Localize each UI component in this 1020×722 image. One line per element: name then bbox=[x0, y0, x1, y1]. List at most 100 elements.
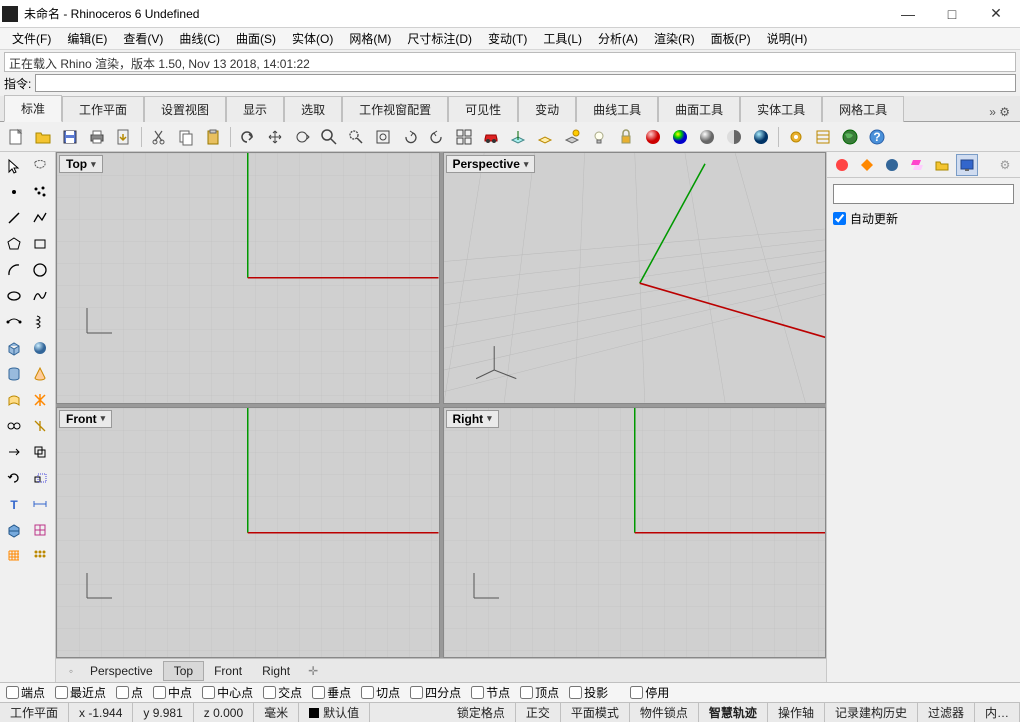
cut-icon[interactable] bbox=[147, 125, 171, 149]
line-icon[interactable] bbox=[2, 206, 26, 230]
tab-setview[interactable]: 设置视图 bbox=[144, 96, 226, 122]
menu-edit[interactable]: 编辑(E) bbox=[59, 28, 115, 49]
lock-icon[interactable] bbox=[614, 125, 638, 149]
menu-mesh[interactable]: 网格(M) bbox=[341, 28, 399, 49]
tabs-overflow[interactable]: » ⚙ bbox=[983, 103, 1016, 121]
status-planar[interactable]: 平面模式 bbox=[561, 703, 630, 722]
world-icon[interactable] bbox=[838, 125, 862, 149]
status-layer[interactable]: 默认值 bbox=[299, 703, 370, 722]
render-sphere-red-icon[interactable] bbox=[641, 125, 665, 149]
status-cplane[interactable]: 工作平面 bbox=[0, 703, 69, 722]
rectangle-icon[interactable] bbox=[28, 232, 52, 256]
cplane-origin-icon[interactable] bbox=[506, 125, 530, 149]
status-osnap[interactable]: 物件锁点 bbox=[630, 703, 699, 722]
rtab-library-icon[interactable] bbox=[931, 154, 953, 176]
options-icon[interactable] bbox=[784, 125, 808, 149]
new-file-icon[interactable] bbox=[4, 125, 28, 149]
sphere-icon[interactable] bbox=[28, 336, 52, 360]
help-icon[interactable]: ? bbox=[865, 125, 889, 149]
osnap-disable[interactable]: 停用 bbox=[630, 684, 669, 701]
tab-display[interactable]: 显示 bbox=[226, 96, 284, 122]
menu-surface[interactable]: 曲面(S) bbox=[228, 28, 284, 49]
explode-icon[interactable] bbox=[28, 388, 52, 412]
lasso-icon[interactable] bbox=[28, 154, 52, 178]
mesh-icon[interactable] bbox=[28, 518, 52, 542]
set-cplane-icon[interactable] bbox=[533, 125, 557, 149]
copy-icon[interactable] bbox=[174, 125, 198, 149]
viewport-label-top[interactable]: Top▾ bbox=[59, 155, 103, 173]
move-icon[interactable] bbox=[2, 440, 26, 464]
command-input[interactable] bbox=[35, 74, 1016, 92]
render-sphere-rainbow-icon[interactable] bbox=[668, 125, 692, 149]
tab-standard[interactable]: 标准 bbox=[4, 95, 62, 122]
chevron-down-icon[interactable]: ▾ bbox=[91, 159, 96, 170]
array-icon[interactable] bbox=[28, 544, 52, 568]
car-icon[interactable] bbox=[479, 125, 503, 149]
viewport-label-front[interactable]: Front▾ bbox=[59, 410, 112, 428]
join-icon[interactable] bbox=[2, 414, 26, 438]
viewport-label-right[interactable]: Right▾ bbox=[446, 410, 499, 428]
four-viewports-icon[interactable] bbox=[452, 125, 476, 149]
polyline-icon[interactable] bbox=[28, 206, 52, 230]
minimize-button[interactable]: — bbox=[886, 0, 930, 28]
osnap-project[interactable]: 投影 bbox=[569, 684, 608, 701]
chevron-down-icon[interactable]: ▾ bbox=[101, 413, 106, 424]
zoom-extents-icon[interactable] bbox=[371, 125, 395, 149]
vtab-top[interactable]: Top bbox=[163, 661, 204, 681]
menu-dimension[interactable]: 尺寸标注(D) bbox=[399, 28, 480, 49]
extrude-icon[interactable] bbox=[2, 388, 26, 412]
box-icon[interactable] bbox=[2, 336, 26, 360]
zoom-window-icon[interactable] bbox=[344, 125, 368, 149]
pointcloud-icon[interactable] bbox=[28, 180, 52, 204]
status-history[interactable]: 记录建构历史 bbox=[825, 703, 918, 722]
save-icon[interactable] bbox=[58, 125, 82, 149]
panel-search-input[interactable] bbox=[833, 184, 1014, 204]
menu-panels[interactable]: 面板(P) bbox=[703, 28, 759, 49]
close-button[interactable]: ✕ bbox=[974, 0, 1018, 28]
viewport-perspective[interactable]: Perspective▾ bbox=[443, 152, 827, 404]
dimension-icon[interactable] bbox=[28, 492, 52, 516]
rtab-render-icon[interactable] bbox=[831, 154, 853, 176]
vtab-perspective[interactable]: Perspective bbox=[80, 662, 163, 680]
menu-analyze[interactable]: 分析(A) bbox=[590, 28, 646, 49]
scale-icon[interactable] bbox=[28, 466, 52, 490]
menu-curve[interactable]: 曲线(C) bbox=[171, 28, 228, 49]
trim-icon[interactable] bbox=[28, 414, 52, 438]
tab-cplane[interactable]: 工作平面 bbox=[62, 96, 144, 122]
named-cplane-icon[interactable] bbox=[560, 125, 584, 149]
mesh-box-icon[interactable] bbox=[2, 518, 26, 542]
status-smarttrack[interactable]: 智慧轨迹 bbox=[699, 703, 768, 722]
render-sphere-blue-icon[interactable] bbox=[749, 125, 773, 149]
import-icon[interactable] bbox=[112, 125, 136, 149]
tab-visibility[interactable]: 可见性 bbox=[448, 96, 518, 122]
tab-transform[interactable]: 变动 bbox=[518, 96, 576, 122]
redo-view-icon[interactable] bbox=[425, 125, 449, 149]
osnap-quad[interactable]: 四分点 bbox=[410, 684, 461, 701]
light-icon[interactable] bbox=[587, 125, 611, 149]
text-icon[interactable]: T bbox=[2, 492, 26, 516]
tab-solidtools[interactable]: 实体工具 bbox=[740, 96, 822, 122]
status-gridsnap[interactable]: 锁定格点 bbox=[447, 703, 516, 722]
chevron-down-icon[interactable]: ▾ bbox=[487, 413, 492, 424]
rtab-environment-icon[interactable] bbox=[881, 154, 903, 176]
menu-tools[interactable]: 工具(L) bbox=[535, 28, 590, 49]
interp-curve-icon[interactable] bbox=[2, 310, 26, 334]
helix-icon[interactable] bbox=[28, 310, 52, 334]
menu-help[interactable]: 说明(H) bbox=[759, 28, 816, 49]
osnap-end[interactable]: 端点 bbox=[6, 684, 45, 701]
status-filter[interactable]: 过滤器 bbox=[918, 703, 975, 722]
osnap-center[interactable]: 中心点 bbox=[202, 684, 253, 701]
menu-file[interactable]: 文件(F) bbox=[4, 28, 59, 49]
point-icon[interactable] bbox=[2, 180, 26, 204]
status-gumball[interactable]: 操作轴 bbox=[768, 703, 825, 722]
menu-solid[interactable]: 实体(O) bbox=[284, 28, 341, 49]
menu-transform[interactable]: 变动(T) bbox=[480, 28, 535, 49]
pointer-icon[interactable] bbox=[2, 154, 26, 178]
print-icon[interactable] bbox=[85, 125, 109, 149]
undo-icon[interactable] bbox=[236, 125, 260, 149]
osnap-knot[interactable]: 节点 bbox=[471, 684, 510, 701]
curve-icon[interactable] bbox=[28, 284, 52, 308]
pan-icon[interactable] bbox=[263, 125, 287, 149]
viewport-label-perspective[interactable]: Perspective▾ bbox=[446, 155, 536, 173]
vtab-front[interactable]: Front bbox=[204, 662, 252, 680]
